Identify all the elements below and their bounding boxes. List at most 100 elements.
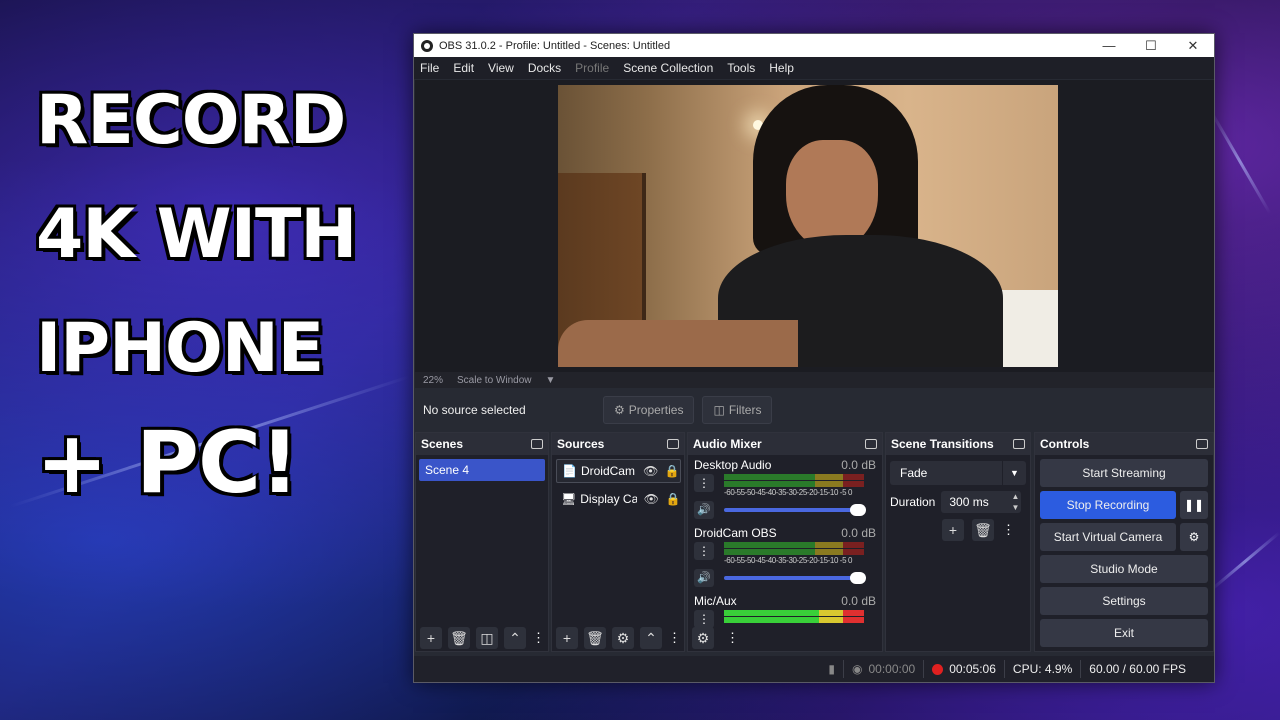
menu-docks[interactable]: Docks: [528, 61, 561, 75]
add-scene-icon[interactable]: +: [420, 627, 442, 649]
exit-button[interactable]: Exit: [1040, 619, 1208, 647]
scene-item[interactable]: Scene 4: [419, 459, 545, 481]
obs-logo-icon: [421, 39, 433, 52]
more-icon[interactable]: ⋮: [532, 630, 545, 646]
title-bar[interactable]: OBS 31.0.2 - Profile: Untitled - Scenes:…: [414, 34, 1214, 57]
record-icon: [932, 663, 944, 675]
start-virtual-camera-button[interactable]: Start Virtual Camera: [1040, 523, 1176, 551]
filters-button[interactable]: ◫ Filters: [702, 396, 773, 424]
fps-readout: 60.00 / 60.00 FPS: [1089, 662, 1186, 676]
scenes-dock: Scenes Scene 4 + 🗑 ◫ ⌃ ⋮: [415, 432, 549, 652]
mixer-channel: DroidCam OBS 0.0 dB ⋮ -60-55-50-45-40-35…: [688, 523, 882, 591]
add-transition-icon[interactable]: +: [942, 519, 964, 541]
zoom-level: 22%: [423, 374, 444, 386]
trash-icon[interactable]: 🗑: [972, 519, 994, 541]
gear-icon[interactable]: ⚙: [1180, 523, 1208, 551]
source-name: DroidCam: [580, 464, 635, 478]
settings-button[interactable]: Settings: [1040, 587, 1208, 615]
webcam-preview: [558, 85, 1058, 367]
chevron-down-icon[interactable]: ▼: [1002, 461, 1026, 485]
transition-select[interactable]: Fade ▼: [890, 461, 1026, 485]
channel-menu-icon[interactable]: ⋮: [694, 474, 714, 492]
pause-icon[interactable]: ❚❚: [1180, 491, 1208, 519]
duration-row: Duration 300 ms ▲ ▼: [890, 491, 1026, 513]
maximize-icon[interactable]: ☐: [1130, 38, 1172, 54]
speaker-icon[interactable]: 🔊: [694, 501, 714, 519]
undock-icon[interactable]: [667, 439, 679, 449]
scene-filter-icon[interactable]: ◫: [476, 627, 498, 649]
volume-slider[interactable]: [724, 504, 866, 516]
sources-dock: Sources 📄 DroidCam 👁 🔒 🖥 Display Ca 👁 🔒 …: [551, 432, 685, 652]
recording-row: Stop Recording ❚❚: [1040, 491, 1208, 519]
speaker-icon[interactable]: 🔊: [694, 569, 714, 587]
meter-scale: -60-55-50-45-40-35-30-25-20-15-10 -5 0: [724, 488, 852, 497]
channel-name: Desktop Audio: [694, 458, 772, 472]
trash-icon[interactable]: 🗑: [584, 627, 606, 649]
source-item[interactable]: 📄 DroidCam 👁 🔒: [556, 459, 681, 483]
meter-scale: -60-55-50-45-40-35-30-25-20-15-10 -5 0: [724, 556, 852, 565]
close-icon[interactable]: ✕: [1172, 38, 1214, 54]
spin-icon[interactable]: ▲ ▼: [1011, 491, 1019, 513]
menu-help[interactable]: Help: [769, 61, 794, 75]
undock-icon[interactable]: [1013, 439, 1025, 449]
more-icon[interactable]: ⋮: [726, 630, 739, 646]
properties-label: Properties: [628, 403, 684, 417]
stop-recording-button[interactable]: Stop Recording: [1040, 491, 1176, 519]
duration-value: 300 ms: [949, 495, 989, 509]
menu-tools[interactable]: Tools: [727, 61, 755, 75]
sources-header: Sources: [552, 433, 684, 455]
channel-db: 0.0 dB: [841, 458, 876, 472]
mixer-title: Audio Mixer: [693, 437, 762, 451]
slider-knob[interactable]: [850, 572, 866, 584]
minimize-icon[interactable]: —: [1088, 38, 1130, 54]
lock-icon[interactable]: 🔒: [665, 464, 680, 478]
trash-icon[interactable]: 🗑: [448, 627, 470, 649]
transitions-title: Scene Transitions: [891, 437, 994, 451]
mixer-channel: Desktop Audio 0.0 dB ⋮ -60-55-50-45-40-3…: [688, 455, 882, 523]
sources-toolbar: + 🗑 ⚙ ⌃ ⋮: [552, 625, 684, 651]
duration-label: Duration: [890, 495, 936, 509]
menu-bar: File Edit View Docks Profile Scene Colle…: [414, 57, 1214, 79]
slider-knob[interactable]: [850, 504, 866, 516]
title-line-1: RECORD: [36, 81, 346, 160]
studio-mode-button[interactable]: Studio Mode: [1040, 555, 1208, 583]
duration-input[interactable]: 300 ms ▲ ▼: [941, 491, 1022, 513]
monitor-icon: 🖥: [561, 492, 577, 506]
undock-icon[interactable]: [531, 439, 543, 449]
mixer-gear-icon[interactable]: ⚙: [692, 627, 714, 649]
move-up-icon[interactable]: ⌃: [504, 627, 526, 649]
more-icon[interactable]: ⋮: [668, 630, 681, 646]
eye-icon[interactable]: 👁: [643, 492, 659, 506]
mixer-toolbar: ⚙ ⋮: [688, 625, 882, 651]
title-line-3: IPHONE: [36, 309, 324, 388]
menu-view[interactable]: View: [488, 61, 514, 75]
volume-slider[interactable]: [724, 572, 866, 584]
menu-edit[interactable]: Edit: [453, 61, 474, 75]
source-item[interactable]: 🖥 Display Ca 👁 🔒: [556, 487, 681, 511]
source-name: Display Ca: [580, 492, 638, 506]
undock-icon[interactable]: [1196, 439, 1208, 449]
preview-area[interactable]: [415, 80, 1214, 372]
scenes-title: Scenes: [421, 437, 464, 451]
controls-header: Controls: [1035, 433, 1213, 455]
obs-window: OBS 31.0.2 - Profile: Untitled - Scenes:…: [413, 33, 1215, 683]
undock-icon[interactable]: [865, 439, 877, 449]
menu-file[interactable]: File: [420, 61, 439, 75]
eye-icon[interactable]: 👁: [643, 464, 658, 478]
more-icon[interactable]: ⋮: [1002, 519, 1015, 541]
add-source-icon[interactable]: +: [556, 627, 578, 649]
sources-title: Sources: [557, 437, 605, 451]
zoom-bar: 22% Scale to Window ▼: [415, 372, 1214, 388]
start-streaming-button[interactable]: Start Streaming: [1040, 459, 1208, 487]
menu-scene-collection[interactable]: Scene Collection: [623, 61, 713, 75]
gear-icon[interactable]: ⚙: [612, 627, 634, 649]
properties-button[interactable]: ⚙ Properties: [603, 396, 695, 424]
transition-buttons: + 🗑 ⋮: [942, 519, 1030, 541]
chevron-down-icon[interactable]: ▼: [546, 375, 556, 386]
thumbnail-title: RECORD 4K WITH IPHONE + PC!: [36, 64, 357, 520]
move-up-icon[interactable]: ⌃: [640, 627, 662, 649]
scale-mode-select[interactable]: Scale to Window: [457, 375, 531, 386]
channel-menu-icon[interactable]: ⋮: [694, 542, 714, 560]
lock-icon[interactable]: 🔒: [665, 492, 681, 506]
menu-profile[interactable]: Profile: [575, 61, 609, 75]
